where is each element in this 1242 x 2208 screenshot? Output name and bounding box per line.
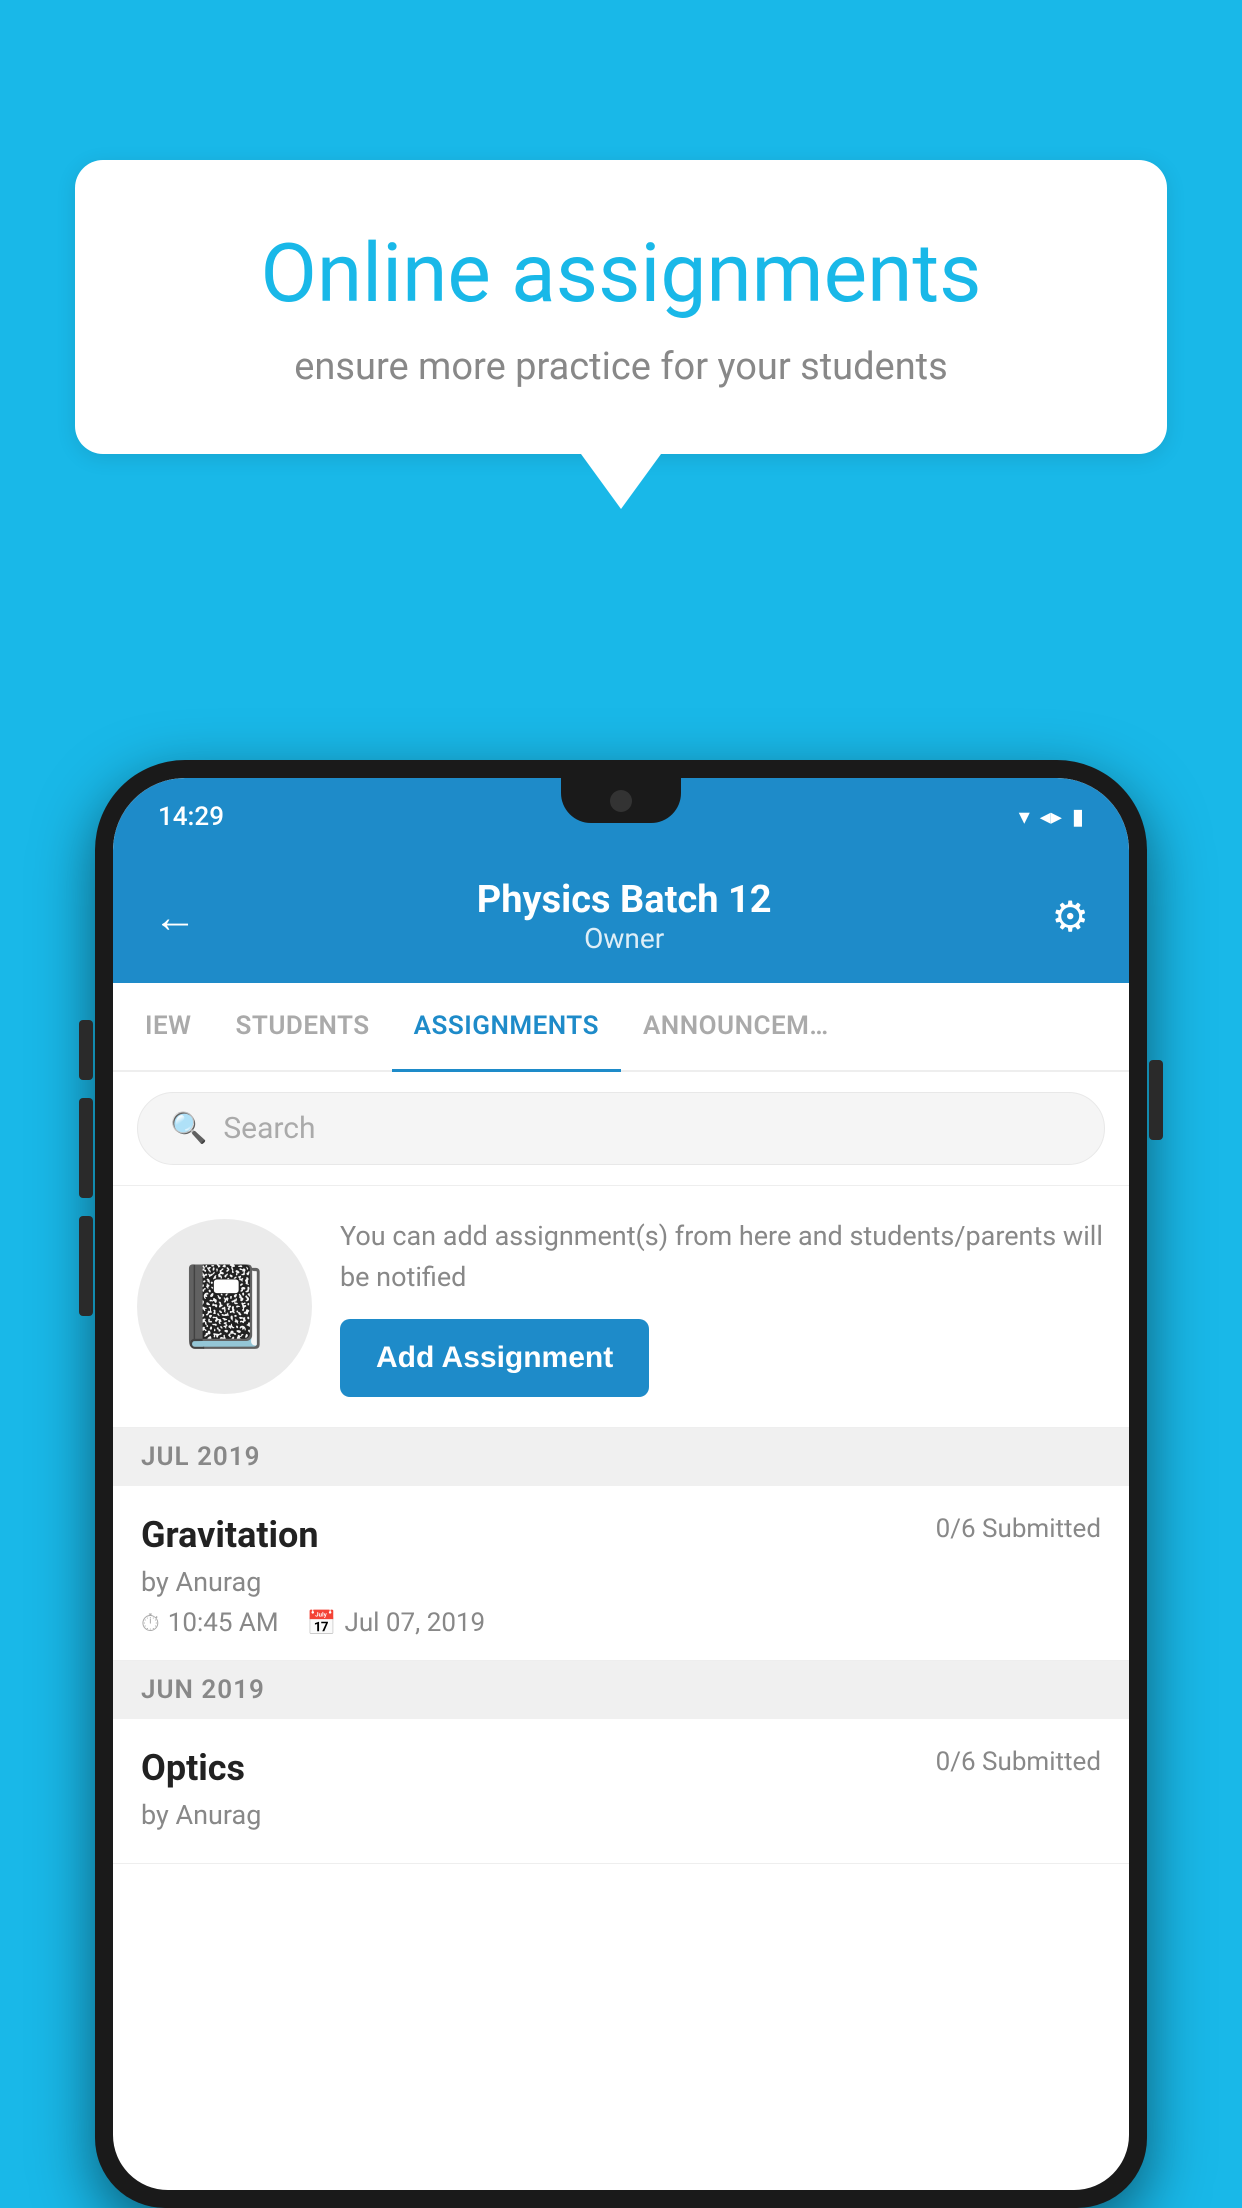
assignment-meta: ⏱ 10:45 AM 📅 Jul 07, 2019 xyxy=(141,1608,1101,1638)
volume-down-button xyxy=(79,1216,93,1316)
speech-bubble-subtitle: ensure more practice for your students xyxy=(145,345,1097,389)
assignment-time: 10:45 AM xyxy=(168,1608,279,1638)
clock-icon: ⏱ xyxy=(141,1609,160,1637)
speech-bubble-title: Online assignments xyxy=(145,225,1097,323)
power-button xyxy=(79,1020,93,1080)
promo-section: 📓 You can add assignment(s) from here an… xyxy=(113,1186,1129,1428)
signal-icon: ◂▸ xyxy=(1040,805,1062,830)
batch-title: Physics Batch 12 xyxy=(477,878,772,922)
tabs-bar: IEW STUDENTS ASSIGNMENTS ANNOUNCEM… xyxy=(113,983,1129,1072)
assignment-author: by Anurag xyxy=(141,1566,1101,1598)
search-icon: 🔍 xyxy=(170,1111,207,1146)
optics-top-row: Optics 0/6 Submitted xyxy=(141,1747,1101,1789)
tab-assignments[interactable]: ASSIGNMENTS xyxy=(392,983,621,1072)
speech-bubble-container: Online assignments ensure more practice … xyxy=(75,160,1167,509)
app-header: ← Physics Batch 12 Owner ⚙ xyxy=(113,856,1129,983)
meta-time: ⏱ 10:45 AM xyxy=(141,1608,279,1638)
settings-button[interactable]: ⚙ xyxy=(1051,892,1089,942)
assignment-optics[interactable]: Optics 0/6 Submitted by Anurag xyxy=(113,1719,1129,1864)
wifi-icon: ▾ xyxy=(1019,805,1030,830)
assignment-date: Jul 07, 2019 xyxy=(344,1608,485,1638)
tab-announcements[interactable]: ANNOUNCEM… xyxy=(621,983,851,1072)
volume-up-button xyxy=(79,1098,93,1198)
calendar-icon: 📅 xyxy=(307,1609,337,1637)
assignment-top-row: Gravitation 0/6 Submitted xyxy=(141,1514,1101,1556)
notch xyxy=(561,778,681,823)
status-bar: 14:29 ▾ ◂▸ ▮ xyxy=(113,778,1129,856)
header-center: Physics Batch 12 Owner xyxy=(477,878,772,955)
back-button[interactable]: ← xyxy=(153,891,197,943)
promo-content: You can add assignment(s) from here and … xyxy=(340,1216,1105,1397)
search-box[interactable]: 🔍 Search xyxy=(137,1092,1105,1165)
status-icons: ▾ ◂▸ ▮ xyxy=(1019,805,1084,830)
section-jun-2019: JUN 2019 xyxy=(113,1661,1129,1719)
promo-icon-circle: 📓 xyxy=(137,1219,312,1394)
optics-submitted: 0/6 Submitted xyxy=(936,1747,1101,1777)
assignment-submitted: 0/6 Submitted xyxy=(936,1514,1101,1544)
assignment-gravitation[interactable]: Gravitation 0/6 Submitted by Anurag ⏱ 10… xyxy=(113,1486,1129,1661)
status-time: 14:29 xyxy=(158,802,224,832)
battery-icon: ▮ xyxy=(1072,805,1084,830)
promo-text: You can add assignment(s) from here and … xyxy=(340,1216,1105,1297)
right-button xyxy=(1149,1060,1163,1140)
optics-author: by Anurag xyxy=(141,1799,1101,1831)
screen-content: 🔍 Search 📓 You can add assignment(s) fro… xyxy=(113,1072,1129,2190)
notebook-icon: 📓 xyxy=(175,1260,275,1354)
add-assignment-button[interactable]: Add Assignment xyxy=(340,1319,649,1397)
section-jul-2019: JUL 2019 xyxy=(113,1428,1129,1486)
meta-date: 📅 Jul 07, 2019 xyxy=(307,1608,486,1638)
right-side-buttons xyxy=(1149,1060,1163,1140)
search-input[interactable]: Search xyxy=(223,1111,315,1146)
speech-bubble: Online assignments ensure more practice … xyxy=(75,160,1167,454)
assignment-title: Gravitation xyxy=(141,1514,319,1556)
tab-students[interactable]: STUDENTS xyxy=(213,983,391,1072)
camera xyxy=(610,790,632,812)
tab-iew[interactable]: IEW xyxy=(123,983,213,1072)
phone-mockup: 14:29 ▾ ◂▸ ▮ ← Physics Batch 12 Owner ⚙ xyxy=(95,760,1147,2208)
search-container: 🔍 Search xyxy=(113,1072,1129,1186)
optics-title: Optics xyxy=(141,1747,245,1789)
phone-screen: 14:29 ▾ ◂▸ ▮ ← Physics Batch 12 Owner ⚙ xyxy=(113,778,1129,2190)
speech-bubble-arrow xyxy=(581,454,661,509)
left-side-buttons xyxy=(79,1020,93,1316)
batch-subtitle: Owner xyxy=(477,922,772,955)
